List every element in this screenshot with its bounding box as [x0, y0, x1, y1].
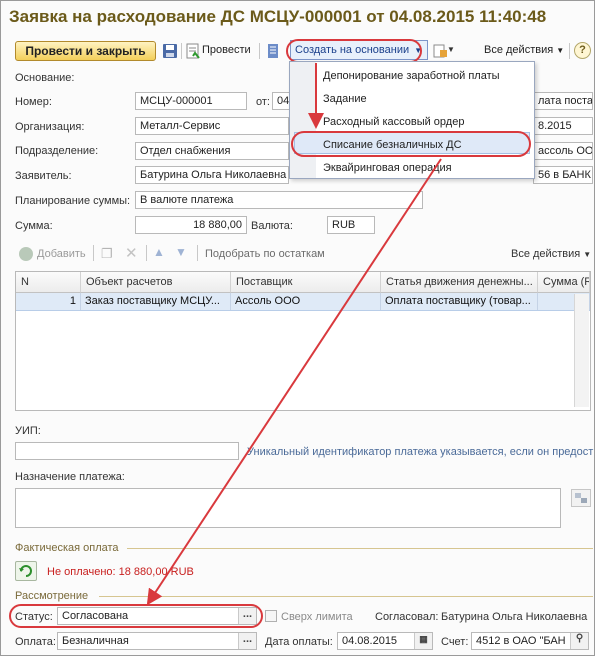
app-window: Заявка на расходование ДС МСЦУ-000001 от…: [0, 0, 595, 656]
arrow-to-status: [146, 158, 442, 606]
annotation-arrows: [146, 63, 442, 606]
